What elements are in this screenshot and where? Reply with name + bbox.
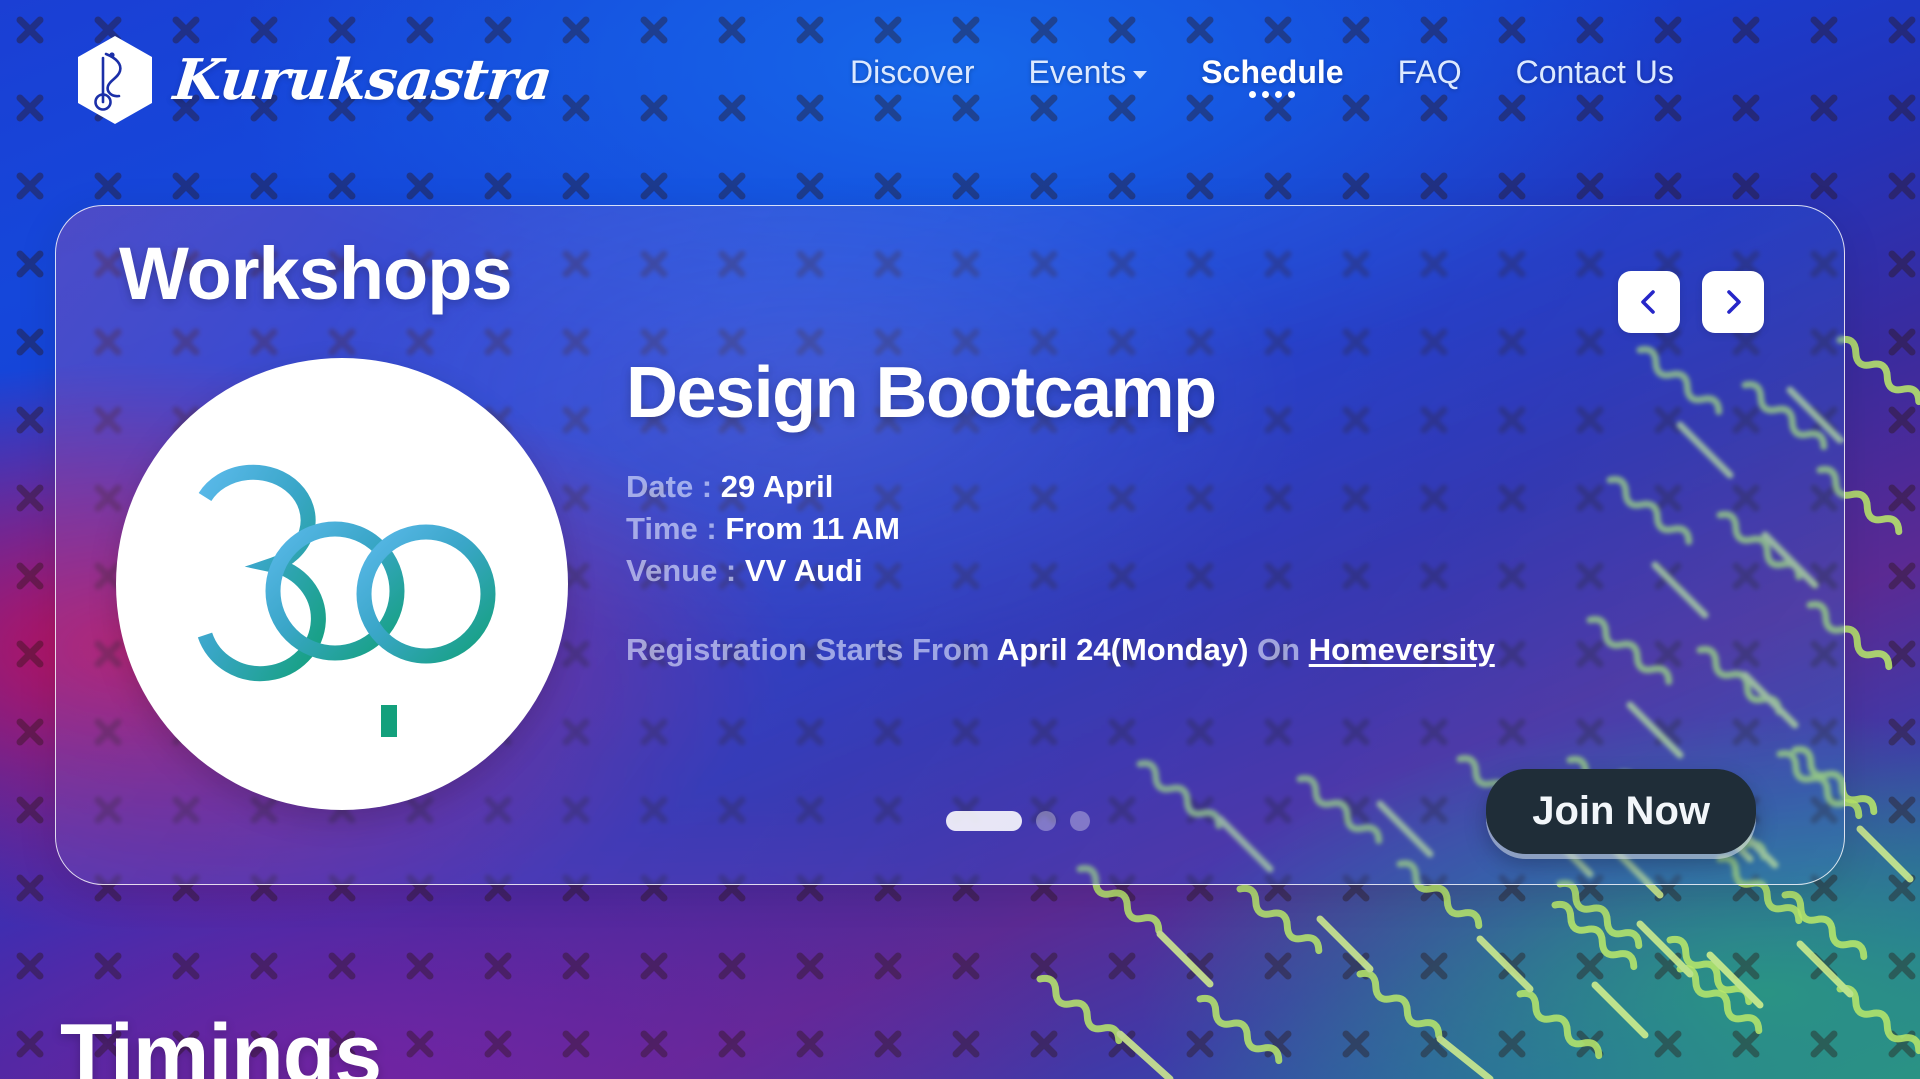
nav-label: Events [1028, 54, 1127, 90]
chevron-right-icon [1727, 290, 1741, 314]
brand-name: Kuruksastra [170, 47, 555, 113]
event-name: Design Bootcamp [626, 353, 1217, 433]
chevron-down-icon [1133, 71, 1148, 79]
nav-label: FAQ [1397, 54, 1462, 90]
event-info: Design Bootcamp Date : 29 April Time : F… [626, 353, 1726, 668]
nav-label: Discover [850, 54, 975, 90]
event-meta-list: Date : 29 April Time : From 11 AM Venue … [626, 466, 1726, 592]
active-indicator-dots [1249, 91, 1296, 98]
meta-label: Time : [626, 510, 717, 546]
carousel-dot-1[interactable] [946, 811, 1022, 831]
registration-middle: On [1257, 631, 1301, 667]
page-root: Kuruksastra Discover Events Schedule FAQ… [0, 0, 1920, 1079]
carousel-dots [946, 811, 1090, 831]
meta-value: 29 April [720, 468, 834, 504]
carousel-next-button[interactable] [1702, 271, 1764, 333]
carousel-dot-2[interactable] [1036, 811, 1056, 831]
workshops-carousel-card: Workshops Design Bootcamp Date: 29 Apri… [55, 205, 1845, 885]
nav-item-schedule[interactable]: Schedule [1201, 50, 1344, 98]
card-title: Workshops [119, 232, 513, 315]
3dp-logo-icon [197, 431, 496, 737]
nav-item-events[interactable]: Events [1028, 50, 1148, 94]
hexagon-s-logo-icon [78, 36, 152, 124]
timings-section-title: Timings [60, 1007, 382, 1079]
meta-value: From 11 AM [725, 510, 900, 546]
event-meta-row-date: Date : 29 April [626, 466, 1726, 508]
carousel-prev-button[interactable] [1618, 271, 1680, 333]
registration-platform-link[interactable]: Homeversity [1309, 632, 1495, 667]
registration-prefix: Registration Starts From [626, 631, 990, 667]
nav-item-contact-us[interactable]: Contact Us [1516, 50, 1674, 94]
nav-item-faq[interactable]: FAQ [1398, 50, 1462, 94]
meta-label: Date : [626, 468, 713, 504]
event-logo-3dp [116, 358, 568, 810]
event-meta-row-venue: Venue : VV Audi [626, 550, 1726, 592]
carousel-arrows [1618, 271, 1764, 333]
registration-line: Registration Starts From April 24(Monday… [626, 632, 1726, 668]
nav-label: Schedule [1201, 54, 1344, 90]
brand-logo[interactable]: Kuruksastra [72, 34, 555, 126]
registration-date: April 24(Monday) [996, 631, 1249, 667]
main-navigation: Discover Events Schedule FAQ Contact Us [850, 50, 1674, 98]
chevron-left-icon [1641, 290, 1655, 314]
site-header: Kuruksastra Discover Events Schedule FAQ… [0, 0, 1920, 160]
event-meta-row-time: Time : From 11 AM [626, 508, 1726, 550]
nav-label: Contact Us [1515, 54, 1674, 90]
join-now-button[interactable]: Join Now [1486, 769, 1756, 854]
meta-label: Venue : [626, 552, 737, 588]
meta-value: VV Audi [744, 552, 863, 588]
nav-item-discover[interactable]: Discover [850, 50, 974, 94]
carousel-dot-3[interactable] [1070, 811, 1090, 831]
